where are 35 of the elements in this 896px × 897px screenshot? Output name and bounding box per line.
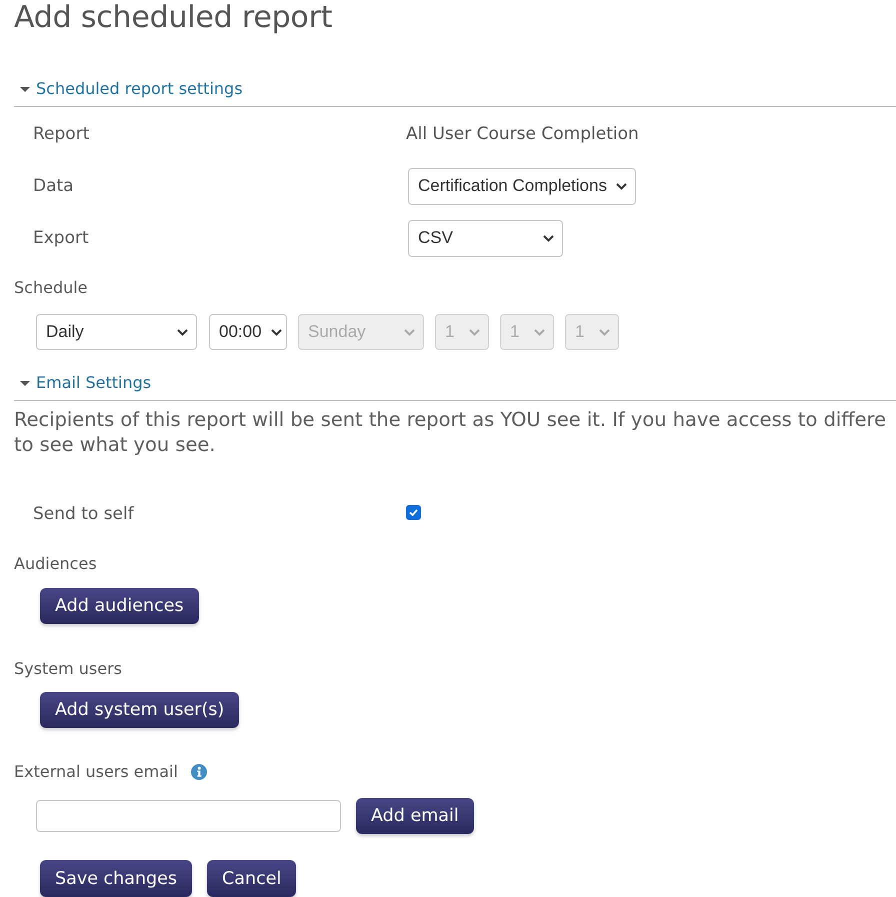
chevron-down-icon (177, 328, 188, 336)
field-label: Data (33, 176, 74, 196)
cancel-button[interactable]: Cancel (207, 860, 296, 897)
chevron-down-icon (469, 328, 480, 336)
section-heading[interactable]: Email Settings (36, 371, 152, 395)
field-label: External users email (14, 761, 178, 783)
save-button[interactable]: Save changes (40, 860, 192, 897)
add-email-button[interactable]: Add email (356, 798, 474, 834)
info-icon[interactable] (190, 764, 207, 780)
checkbox[interactable] (406, 505, 421, 520)
chevron-down-icon (534, 328, 545, 336)
field-value: All User Course Completion (406, 124, 639, 144)
add-system-users-button[interactable]: Add system user(s) (40, 692, 240, 728)
chevron-down-icon (404, 328, 415, 336)
field-label: System users (14, 658, 122, 680)
email-input[interactable] (36, 800, 341, 832)
dropdown[interactable]: CSV (408, 220, 563, 256)
page-title: Add scheduled report (14, 0, 332, 36)
field-label: Export (33, 228, 89, 248)
section-heading[interactable]: Scheduled report settings (36, 77, 243, 101)
notice-text: to see what you see. (14, 432, 216, 457)
field-label: Audiences (14, 553, 97, 575)
field-label: Send to self (33, 504, 134, 524)
field-label: Report (33, 124, 90, 144)
notice-text: Recipients of this report will be sent the report as YOU see it. If you have access to differe (14, 407, 886, 432)
chevron-down-icon (543, 234, 554, 242)
chevron-down-icon (599, 328, 610, 336)
dropdown[interactable]: 00:00 (209, 314, 287, 350)
chevron-down-icon (270, 328, 282, 336)
field-label: Schedule (14, 277, 88, 299)
chevron-down-icon (616, 182, 627, 190)
dropdown[interactable]: Certification Completions (408, 168, 636, 204)
add-audiences-button[interactable]: Add audiences (40, 588, 199, 624)
checkmark-icon (409, 509, 418, 516)
dropdown[interactable]: Daily (36, 314, 197, 350)
